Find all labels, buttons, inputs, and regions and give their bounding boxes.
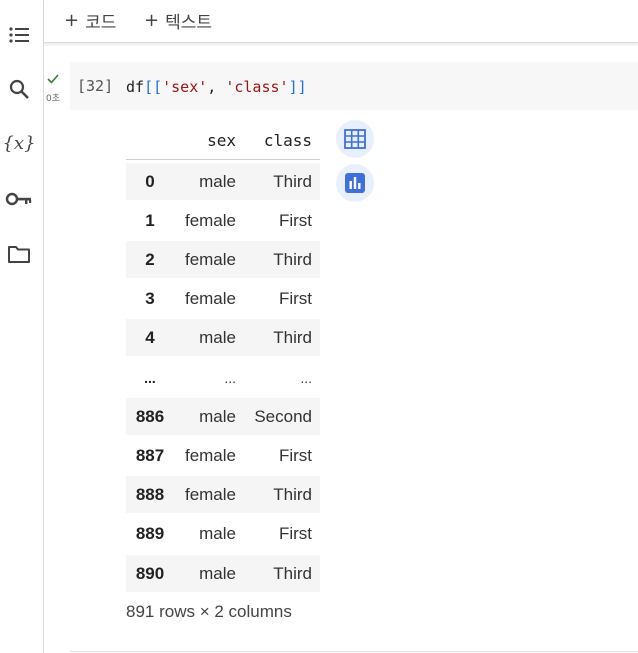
cell-sex: male xyxy=(199,524,236,543)
run-time: 0초 xyxy=(46,94,61,104)
row-index: 889 xyxy=(135,524,165,543)
code-token: df xyxy=(126,78,145,96)
cell-class: ... xyxy=(300,370,312,386)
table-row: 886 male Second xyxy=(126,398,320,435)
dataframe-dimensions: 891 rows × 2 columns xyxy=(126,602,292,621)
bar-chart-icon xyxy=(345,173,365,193)
row-index: 886 xyxy=(135,407,165,426)
toc-icon[interactable] xyxy=(5,21,33,49)
cell-sex: female xyxy=(184,289,236,308)
variables-icon[interactable]: {x} xyxy=(2,129,35,157)
cell-sex: female xyxy=(184,446,236,465)
left-sidebar: {x} xyxy=(0,0,44,653)
check-icon xyxy=(47,74,59,84)
row-index: 890 xyxy=(135,564,165,583)
table-row: 1 female First xyxy=(126,202,320,239)
cell-class: First xyxy=(278,211,312,230)
row-index: 1 xyxy=(145,211,155,230)
row-index: 888 xyxy=(135,485,165,504)
row-index: 3 xyxy=(145,289,155,308)
table-row: 4 male Third xyxy=(126,319,320,356)
plus-icon: + xyxy=(144,9,160,31)
cell-sex: male xyxy=(199,407,236,426)
row-index: ... xyxy=(144,370,156,386)
table-row: 888 female Third xyxy=(126,476,320,513)
search-icon[interactable] xyxy=(5,75,33,103)
chart-suggestion-button[interactable] xyxy=(336,164,374,202)
cell-sex: ... xyxy=(224,370,236,386)
table-row-ellipsis: ... ... ... xyxy=(126,360,320,397)
table-row: 2 female Third xyxy=(126,241,320,278)
cell-sex: male xyxy=(199,328,236,347)
table-row: 887 female First xyxy=(126,437,320,474)
table-row: 889 male First xyxy=(126,515,320,552)
folder-icon[interactable] xyxy=(5,240,33,268)
cell-sex: female xyxy=(184,211,236,230)
code-token: , xyxy=(207,78,226,96)
table-row: 890 male Third xyxy=(126,555,320,592)
table-row: 3 female First xyxy=(126,280,320,317)
row-index: 2 xyxy=(145,250,155,269)
row-index: 4 xyxy=(145,328,155,347)
row-index: 0 xyxy=(145,172,155,191)
cell-class: Third xyxy=(273,172,312,191)
cell-bottom-divider xyxy=(70,651,638,652)
cell-sex: male xyxy=(199,172,236,191)
code-token: 'class' xyxy=(225,78,289,96)
cell-class: First xyxy=(278,446,312,465)
cell-class: First xyxy=(278,289,312,308)
table-icon xyxy=(344,129,366,149)
cell-class: Third xyxy=(273,328,312,347)
plus-icon: + xyxy=(64,9,80,31)
column-header-sex: sex xyxy=(207,130,236,150)
add-code-label: 코드 xyxy=(85,12,117,33)
cell-sex: female xyxy=(184,485,236,504)
add-text-button[interactable]: + 텍스트 xyxy=(144,8,213,33)
code-token: 'sex' xyxy=(162,78,208,96)
interactive-table-button[interactable] xyxy=(336,120,374,158)
code-token: [[ xyxy=(144,78,163,96)
table-row: 0 male Third xyxy=(126,163,320,200)
notebook-toolbar: + 코드 + 텍스트 xyxy=(44,0,638,43)
cell-class: First xyxy=(278,524,312,543)
cell-sex: female xyxy=(184,250,236,269)
code-token: ]] xyxy=(288,78,307,96)
cell-class: Third xyxy=(273,564,312,583)
column-header-class: class xyxy=(263,130,312,150)
cell-class: Second xyxy=(254,407,312,426)
cell-class: Third xyxy=(273,485,312,504)
add-text-label: 텍스트 xyxy=(165,12,213,33)
code-editor[interactable]: df[['sex', 'class']] xyxy=(126,78,307,96)
execution-count: [32] xyxy=(77,77,114,95)
cell-class: Third xyxy=(273,250,312,269)
cell-sex: male xyxy=(199,564,236,583)
row-index: 887 xyxy=(135,446,165,465)
key-icon[interactable] xyxy=(5,185,33,213)
add-code-button[interactable]: + 코드 xyxy=(64,8,117,33)
header-divider xyxy=(126,159,320,160)
run-status[interactable]: 0초 xyxy=(44,74,68,104)
